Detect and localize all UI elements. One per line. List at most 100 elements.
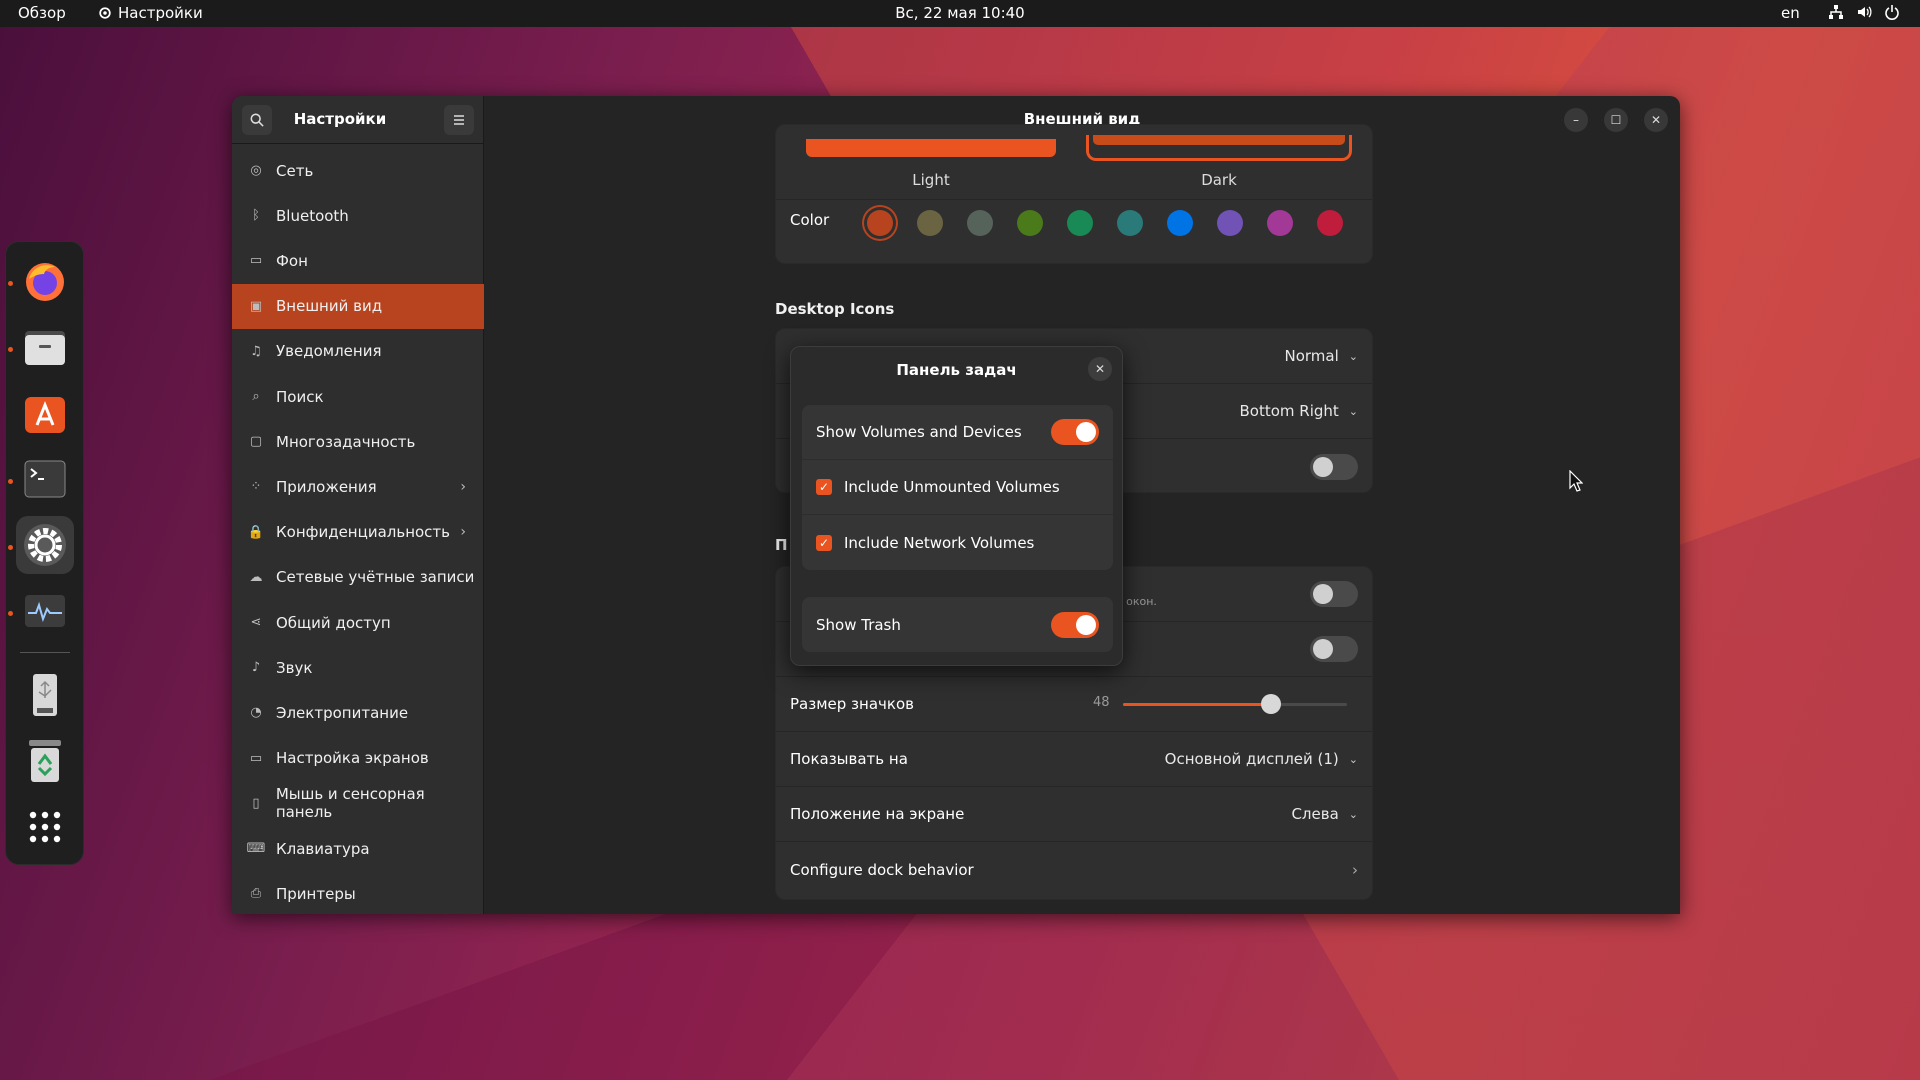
sidebar-header: Настройки — [232, 96, 483, 144]
dock-firefox[interactable] — [16, 252, 74, 310]
accent-color-swatch[interactable] — [1267, 210, 1293, 236]
new-icons-position-dropdown[interactable]: Bottom Right ⌄ — [1239, 402, 1358, 420]
search-icon: ⌕ — [252, 389, 260, 404]
accent-color-swatch[interactable] — [917, 210, 943, 236]
chevron-down-icon: ⌄ — [1348, 807, 1358, 821]
include-unmounted-row: ✓ Include Unmounted Volumes — [802, 460, 1113, 515]
input-language-indicator[interactable]: en — [1781, 4, 1800, 22]
dock-icon-size-row: Размер значков 48 — [776, 677, 1372, 732]
position-dropdown[interactable]: Слева ⌄ — [1291, 805, 1358, 823]
sidebar-item[interactable]: ◎ Сеть — [232, 148, 484, 193]
dock-trash[interactable] — [16, 732, 74, 790]
accent-color-swatch[interactable] — [867, 210, 893, 236]
include-network-checkbox[interactable]: ✓ — [816, 534, 832, 551]
dock-dialog: Панель задач ✕ Show Volumes and Devices … — [790, 346, 1123, 666]
system-tray[interactable] — [1828, 4, 1900, 20]
accent-color-swatch[interactable] — [1217, 210, 1243, 236]
power-icon — [1885, 5, 1899, 20]
dock-system-monitor[interactable] — [16, 582, 74, 640]
sidebar-item[interactable]: ⋖ Общий доступ — [232, 600, 484, 645]
sidebar-item[interactable]: ▭ Настройка экранов — [232, 736, 484, 781]
toggle-knob — [1076, 614, 1096, 635]
icon-size-dropdown[interactable]: Normal ⌄ — [1285, 347, 1359, 365]
running-indicator — [8, 281, 13, 286]
bell-icon: ♫ — [250, 343, 262, 359]
sidebar-item[interactable]: ⌨ Клавиатура — [232, 826, 484, 871]
maximize-button[interactable]: ☐ — [1604, 108, 1628, 132]
minimize-button[interactable]: – — [1564, 108, 1588, 132]
lock-icon: 🔒 — [247, 524, 265, 540]
activities-button[interactable]: Обзор — [18, 4, 66, 22]
sidebar-item[interactable]: ⎙ Принтеры — [232, 871, 484, 914]
sidebar-item[interactable]: ▢ Многозадачность — [232, 419, 484, 464]
checkmark-icon: ✓ — [818, 535, 830, 550]
sidebar-item[interactable]: ▯ Мышь и сенсорная панель — [232, 781, 484, 826]
sidebar-item[interactable]: ⌕ Поиск — [232, 374, 484, 419]
chevron-right-icon: › — [1352, 860, 1358, 879]
clock[interactable]: Вс, 22 мая 10:40 — [895, 4, 1024, 22]
show-on-dropdown[interactable]: Основной дисплей (1) ⌄ — [1165, 750, 1358, 768]
sidebar-item[interactable]: ᛒ Bluetooth — [232, 193, 484, 238]
sidebar-item[interactable]: ☁ Сетевые учётные записи — [232, 555, 484, 600]
position-row: Положение на экране Слева ⌄ — [776, 787, 1372, 842]
accent-color-swatch[interactable] — [1167, 210, 1193, 236]
sidebar-item-label: Многозадачность — [276, 432, 416, 451]
sidebar-item[interactable]: ♪ Звук — [232, 645, 484, 690]
chevron-down-icon: ⌄ — [1348, 404, 1358, 418]
accent-color-swatch[interactable] — [1317, 210, 1343, 236]
dialog-close-button[interactable]: ✕ — [1088, 357, 1112, 381]
sidebar-item[interactable]: ◔ Электропитание — [232, 690, 484, 735]
chevron-down-icon: ⌄ — [1348, 349, 1358, 363]
sidebar-item[interactable]: ⁘ Приложения › — [232, 464, 484, 509]
mouse-icon: ▯ — [252, 795, 260, 811]
volume-icon — [1858, 6, 1872, 18]
search-button[interactable] — [242, 105, 272, 135]
dock-show-apps[interactable] — [16, 798, 74, 856]
dock-terminal[interactable] — [16, 450, 74, 508]
dock-app-center[interactable] — [16, 384, 74, 442]
sidebar-item[interactable]: ▭ Фон — [232, 238, 484, 283]
sidebar-item[interactable]: ▣ Внешний вид — [232, 283, 484, 329]
icon-size-value: Normal — [1284, 347, 1339, 365]
usb-drive-icon — [33, 674, 57, 716]
top-bar: Обзор Настройки Вс, 22 мая 10:40 en — [0, 0, 1920, 27]
toggle-knob — [1313, 456, 1333, 477]
sidebar-item-label: Настройка экранов — [276, 749, 429, 768]
show-trash-toggle[interactable] — [1051, 611, 1099, 638]
dock-panel-mode-toggle[interactable] — [1310, 636, 1358, 662]
dock-icon-size-slider[interactable] — [1123, 677, 1347, 732]
accent-color-swatch[interactable] — [1117, 210, 1143, 236]
close-button[interactable]: ✕ — [1644, 108, 1668, 132]
dark-style-preview[interactable] — [1086, 135, 1352, 161]
settings-icon — [24, 524, 66, 566]
style-group: Light Dark Color — [775, 124, 1373, 264]
sidebar-item-label: Внешний вид — [276, 297, 383, 316]
dark-style-label: Dark — [1201, 171, 1237, 189]
app-menu-button[interactable]: Настройки — [98, 4, 203, 22]
include-unmounted-checkbox[interactable]: ✓ — [816, 479, 832, 495]
dialog-title: Панель задач — [896, 361, 1017, 379]
dock-section-title: П — [775, 536, 788, 554]
dock-settings[interactable] — [16, 516, 74, 574]
clock-container: Вс, 22 мая 10:40 — [0, 4, 1920, 22]
dock-icon-size-value: 48 — [1093, 695, 1110, 710]
display-icon: ▭ — [249, 750, 263, 766]
dock-autohide-toggle[interactable] — [1310, 581, 1358, 607]
accent-color-swatch[interactable] — [1017, 210, 1043, 236]
light-style-preview[interactable] — [806, 139, 1056, 157]
show-personal-folder-toggle[interactable] — [1310, 453, 1358, 480]
accent-color-swatch[interactable] — [1067, 210, 1093, 236]
sidebar-item-label: Уведомления — [276, 342, 382, 361]
accent-color-swatch[interactable] — [967, 210, 993, 236]
sidebar-item[interactable]: ♫ Уведомления — [232, 329, 484, 374]
gear-icon — [99, 7, 111, 19]
dock-files[interactable] — [16, 318, 74, 376]
sidebar-item-label: Фон — [276, 251, 308, 270]
slider-handle[interactable] — [1260, 694, 1281, 714]
show-volumes-toggle[interactable] — [1051, 419, 1099, 445]
dock-usb-drive[interactable] — [16, 666, 74, 724]
configure-dock-row[interactable]: Configure dock behavior › — [776, 842, 1372, 897]
share-icon: ⋖ — [250, 615, 262, 630]
sidebar-item[interactable]: 🔒 Конфиденциальность › — [232, 510, 484, 555]
main-menu-button[interactable] — [444, 105, 474, 135]
